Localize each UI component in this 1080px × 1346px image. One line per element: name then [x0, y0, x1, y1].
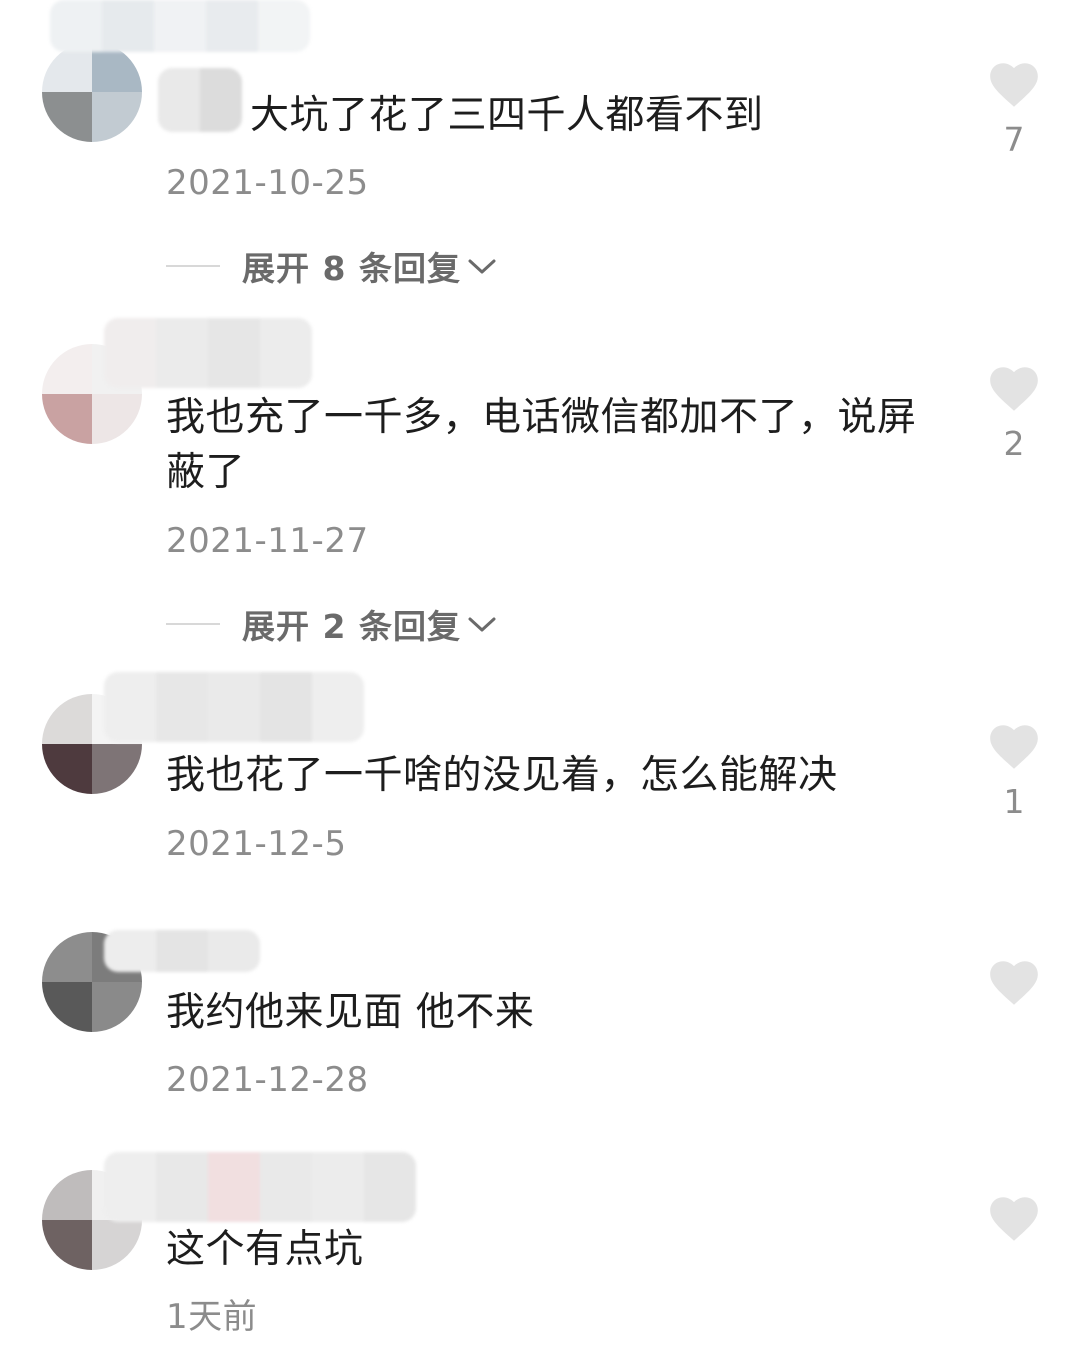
like-button[interactable]: 7 — [988, 60, 1040, 160]
expand-replies-label: 展开 8 条回复 — [242, 249, 461, 288]
username[interactable] — [104, 672, 364, 742]
username-tail — [158, 68, 242, 132]
username[interactable] — [104, 318, 312, 388]
divider — [166, 623, 220, 625]
like-button[interactable] — [988, 958, 1040, 1018]
comment-text[interactable]: 这个有点坑 — [166, 1222, 946, 1277]
chevron-down-icon — [468, 259, 496, 274]
heart-icon — [990, 367, 1038, 411]
like-count: 2 — [1003, 424, 1025, 463]
comment-date: 2021-12-5 — [166, 824, 347, 864]
comment-date: 1天前 — [166, 1297, 258, 1337]
comment-text[interactable]: 我也花了一千啥的没见着，怎么能解决 — [166, 748, 946, 803]
chevron-down-icon — [468, 617, 496, 632]
heart-icon — [990, 961, 1038, 1005]
heart-icon — [990, 1197, 1038, 1241]
username[interactable] — [104, 1152, 416, 1222]
avatar[interactable] — [42, 42, 142, 142]
comment-text[interactable]: 大坑了花了三四千人都看不到 — [250, 88, 1030, 143]
like-button[interactable] — [988, 1194, 1040, 1254]
like-button[interactable]: 1 — [988, 722, 1040, 822]
like-button[interactable]: 2 — [988, 364, 1040, 464]
like-count: 7 — [1003, 120, 1025, 159]
divider — [166, 265, 220, 267]
expand-replies-button[interactable]: 展开 2 条回复 — [166, 602, 497, 646]
comment-text[interactable]: 我约他来见面 他不来 — [166, 985, 946, 1040]
comment-date: 2021-10-25 — [166, 163, 369, 203]
expand-replies-button[interactable]: 展开 8 条回复 — [166, 244, 497, 288]
username[interactable] — [50, 0, 310, 52]
comment-date: 2021-11-27 — [166, 521, 369, 561]
like-count: 1 — [1003, 782, 1025, 821]
comment-text[interactable]: 我也充了一千多，电话微信都加不了，说屏蔽了 — [166, 390, 946, 500]
heart-icon — [990, 725, 1038, 769]
expand-replies-label: 展开 2 条回复 — [242, 607, 461, 646]
heart-icon — [990, 63, 1038, 107]
username[interactable] — [104, 930, 260, 972]
comment-date: 2021-12-28 — [166, 1060, 369, 1100]
